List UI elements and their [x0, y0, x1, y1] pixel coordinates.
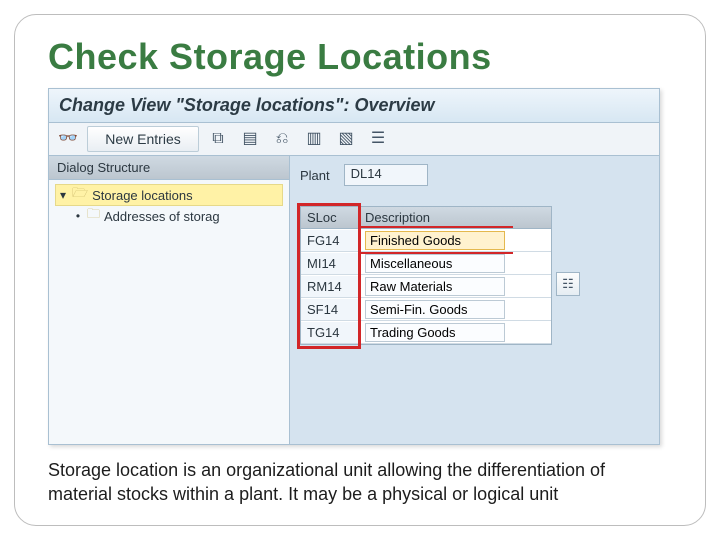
bullet-icon: • — [73, 209, 83, 223]
cell-description-input[interactable] — [365, 231, 505, 250]
chevron-down-icon: ▾ — [58, 188, 68, 202]
table-row[interactable]: MI14 — [301, 252, 551, 275]
cell-sloc[interactable]: FG14 — [301, 230, 359, 251]
cell-description-input[interactable] — [365, 300, 505, 319]
table-row[interactable]: TG14 — [301, 321, 551, 344]
sap-window-title: Change View "Storage locations": Overvie… — [49, 89, 659, 123]
folder-icon: 🗀 — [87, 205, 100, 227]
sap-window: Change View "Storage locations": Overvie… — [48, 88, 660, 445]
tree-node-label: Addresses of storag — [104, 209, 220, 224]
folder-open-icon: 🗁 — [72, 184, 88, 206]
cell-description-input[interactable] — [365, 277, 505, 296]
slide-title: Check Storage Locations — [48, 36, 690, 78]
slide-caption: Storage location is an organizational un… — [48, 459, 668, 506]
copy-icon[interactable]: ⧉ — [205, 126, 231, 152]
cell-description-input[interactable] — [365, 323, 505, 342]
cell-sloc[interactable]: RM14 — [301, 276, 359, 297]
storage-locations-table: SLoc Description FG14 MI14 RM14 — [300, 206, 552, 345]
table-row[interactable]: RM14 — [301, 275, 551, 298]
col-header-description[interactable]: Description — [359, 207, 551, 228]
plant-field[interactable]: DL14 — [344, 164, 428, 186]
cell-sloc[interactable]: MI14 — [301, 253, 359, 274]
dialog-structure-pane: Dialog Structure ▾ 🗁 Storage locations •… — [49, 156, 290, 444]
tree-node-label: Storage locations — [92, 188, 192, 203]
undo-icon[interactable]: ⎌ — [269, 126, 295, 152]
table-row[interactable]: FG14 — [301, 229, 551, 252]
plant-label: Plant — [300, 168, 330, 183]
dialog-structure-header: Dialog Structure — [49, 156, 289, 180]
new-entries-button[interactable]: New Entries — [87, 126, 199, 152]
check-page-icon[interactable]: ▧ — [333, 126, 359, 152]
tree-node-addresses[interactable]: • 🗀 Addresses of storag — [55, 206, 283, 226]
table-row[interactable]: SF14 — [301, 298, 551, 321]
lines-page-icon[interactable]: ☰ — [365, 126, 391, 152]
delete-page-icon[interactable]: ▥ — [301, 126, 327, 152]
table-config-icon[interactable]: ☷ — [556, 272, 580, 296]
glasses-icon[interactable]: 👓 — [55, 126, 81, 152]
detail-pane: Plant DL14 SLoc Description FG14 — [290, 156, 659, 444]
cell-description-input[interactable] — [365, 254, 505, 273]
tree-node-storage-locations[interactable]: ▾ 🗁 Storage locations — [55, 184, 283, 206]
cell-sloc[interactable]: TG14 — [301, 322, 359, 343]
col-header-sloc[interactable]: SLoc — [301, 207, 359, 228]
sap-toolbar: 👓 New Entries ⧉ ▤ ⎌ ▥ ▧ ☰ — [49, 123, 659, 156]
cell-sloc[interactable]: SF14 — [301, 299, 359, 320]
save-icon[interactable]: ▤ — [237, 126, 263, 152]
